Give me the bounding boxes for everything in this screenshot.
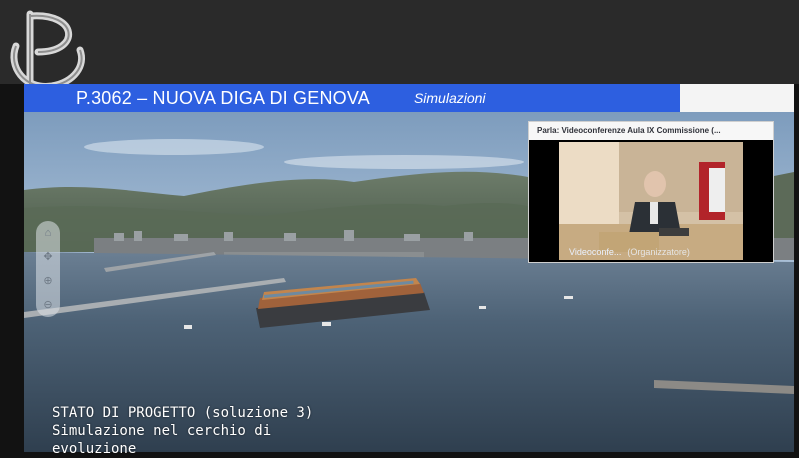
navigation-controls: ⌂ ✥ ⊕ ⊖: [36, 221, 60, 317]
zoom-in-icon[interactable]: ⊕: [41, 274, 55, 288]
participant-label: Videoconfe... (Organizzatore): [569, 244, 749, 259]
top-bar: [0, 0, 799, 84]
slide-section: Simulazioni: [413, 90, 486, 106]
speaker-video: [559, 142, 743, 260]
participant-name: Videoconfe...: [569, 246, 622, 257]
caption-line-3: evoluzione: [52, 441, 137, 457]
title-bar-filler: [680, 84, 794, 112]
slide-title-bar: P.3062 – NUOVA DIGA DI GENOVA Simulazion…: [24, 84, 680, 112]
speaker-label: Parla: Videoconferenze Aula IX Commissio…: [529, 122, 773, 140]
slide-title: P.3062 – NUOVA DIGA DI GENOVA: [76, 87, 370, 108]
caption-line-2: Simulazione nel cerchio di: [52, 423, 272, 439]
slide-caption: STATO DI PROGETTO (soluzione 3) Simulazi…: [52, 404, 313, 458]
presentation-stage: P.3062 – NUOVA DIGA DI GENOVA Simulazion…: [0, 0, 799, 457]
caption-line-1: STATO DI PROGETTO (soluzione 3): [52, 405, 314, 421]
participant-role: (Organizzatore): [627, 246, 690, 257]
video-call-window[interactable]: Parla: Videoconferenze Aula IX Commissio…: [528, 121, 774, 263]
home-icon[interactable]: ⌂: [41, 226, 55, 240]
zoom-out-icon[interactable]: ⊖: [41, 298, 55, 312]
pan-icon[interactable]: ✥: [41, 250, 55, 264]
